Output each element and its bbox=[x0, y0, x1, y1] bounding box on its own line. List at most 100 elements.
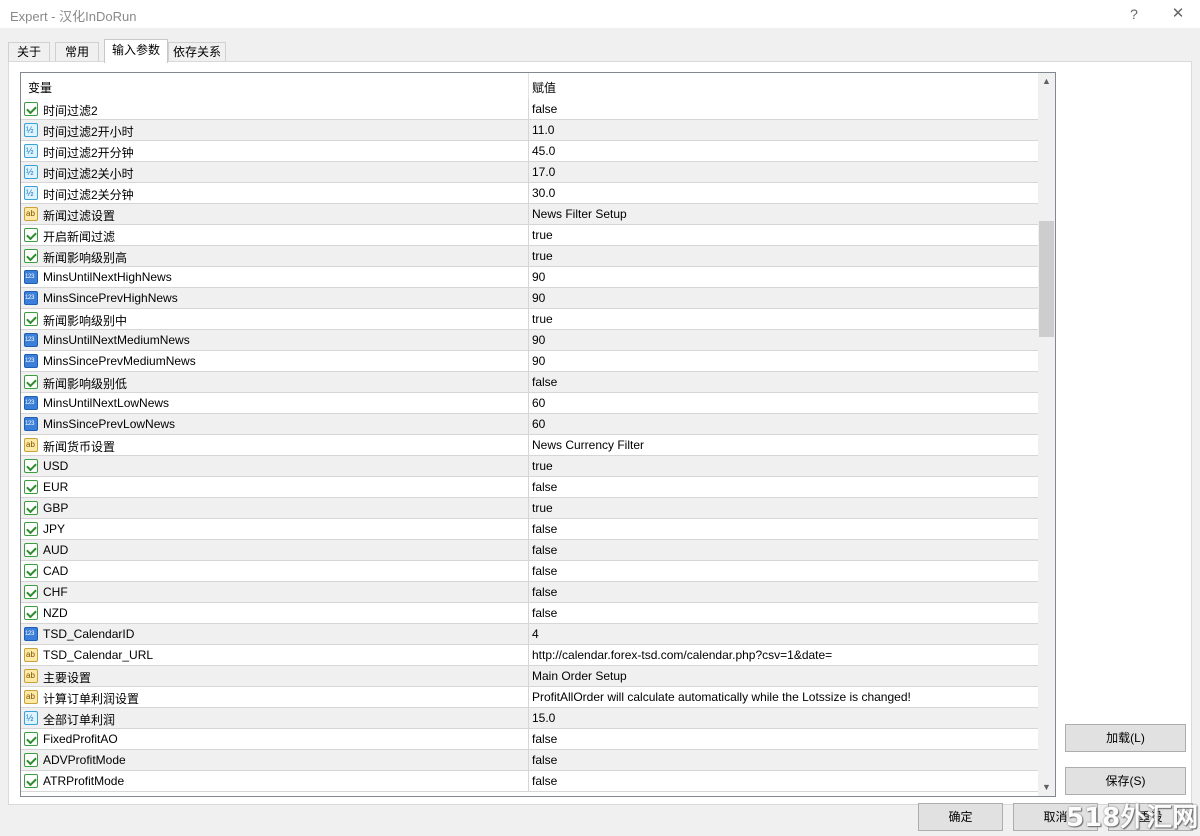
table-row[interactable]: 新闻影响级别中 true bbox=[21, 309, 1038, 330]
parameter-value[interactable]: true bbox=[532, 312, 553, 326]
vertical-scrollbar[interactable]: ▲ ▼ bbox=[1038, 73, 1055, 796]
table-row[interactable]: EUR false bbox=[21, 477, 1038, 498]
table-row[interactable]: JPY false bbox=[21, 519, 1038, 540]
parameter-value[interactable]: true bbox=[532, 501, 553, 515]
table-row[interactable]: 计算订单利润设置 ProfitAllOrder will calculate a… bbox=[21, 687, 1038, 708]
table-row[interactable]: 时间过滤2关分钟 30.0 bbox=[21, 183, 1038, 204]
column-header-value[interactable]: 赋值 bbox=[532, 79, 556, 96]
parameter-value[interactable]: false bbox=[532, 543, 557, 557]
table-row[interactable]: CAD false bbox=[21, 561, 1038, 582]
cell-divider bbox=[528, 99, 529, 120]
scroll-up-arrow-icon[interactable]: ▲ bbox=[1038, 73, 1055, 90]
cell-divider bbox=[528, 288, 529, 309]
parameter-value[interactable]: 15.0 bbox=[532, 711, 555, 725]
parameter-value[interactable]: 11.0 bbox=[532, 123, 554, 137]
cell-divider bbox=[528, 666, 529, 687]
parameter-value[interactable]: News Currency Filter bbox=[532, 438, 644, 452]
ok-button[interactable]: 确定 bbox=[918, 803, 1003, 831]
table-row[interactable]: MinsSincePrevMediumNews 90 bbox=[21, 351, 1038, 372]
table-row[interactable]: GBP true bbox=[21, 498, 1038, 519]
table-row[interactable]: 主要设置 Main Order Setup bbox=[21, 666, 1038, 687]
parameter-value[interactable]: false bbox=[532, 375, 557, 389]
table-row[interactable]: 全部订单利润 15.0 bbox=[21, 708, 1038, 729]
parameter-value[interactable]: true bbox=[532, 249, 553, 263]
table-row[interactable]: MinsSincePrevHighNews 90 bbox=[21, 288, 1038, 309]
parameter-name: TSD_CalendarID bbox=[43, 627, 135, 641]
table-row[interactable]: MinsSincePrevLowNews 60 bbox=[21, 414, 1038, 435]
parameter-value[interactable]: false bbox=[532, 585, 557, 599]
parameter-value[interactable]: 60 bbox=[532, 417, 545, 431]
parameter-name: TSD_Calendar_URL bbox=[43, 648, 154, 662]
parameter-value[interactable]: false bbox=[532, 522, 557, 536]
parameter-value[interactable]: false bbox=[532, 732, 557, 746]
parameter-value[interactable]: false bbox=[532, 480, 557, 494]
bool-check-icon bbox=[24, 102, 38, 116]
table-row[interactable]: 新闻影响级别高 true bbox=[21, 246, 1038, 267]
table-row[interactable]: 新闻过滤设置 News Filter Setup bbox=[21, 204, 1038, 225]
table-row[interactable]: MinsUntilNextHighNews 90 bbox=[21, 267, 1038, 288]
table-row[interactable]: ATRProfitMode false bbox=[21, 771, 1038, 792]
tab-inputs[interactable]: 输入参数 bbox=[104, 39, 168, 63]
parameter-value[interactable]: false bbox=[532, 774, 557, 788]
table-row[interactable]: 时间过滤2关小时 17.0 bbox=[21, 162, 1038, 183]
table-row[interactable]: 时间过滤2 false bbox=[21, 99, 1038, 120]
parameter-value[interactable]: ProfitAllOrder will calculate automatica… bbox=[532, 690, 911, 704]
table-row[interactable]: 时间过滤2开分钟 45.0 bbox=[21, 141, 1038, 162]
table-row[interactable]: FixedProfitAO false bbox=[21, 729, 1038, 750]
parameter-value[interactable]: 60 bbox=[532, 396, 545, 410]
parameter-value[interactable]: 30.0 bbox=[532, 186, 555, 200]
parameter-value[interactable]: false bbox=[532, 564, 557, 578]
parameter-name: 计算订单利润设置 bbox=[43, 692, 140, 706]
table-row[interactable]: MinsUntilNextLowNews 60 bbox=[21, 393, 1038, 414]
parameter-value[interactable]: true bbox=[532, 228, 553, 242]
parameter-value[interactable]: 90 bbox=[532, 270, 545, 284]
parameter-name: USD bbox=[43, 459, 69, 473]
parameter-value[interactable]: false bbox=[532, 606, 557, 620]
parameter-value[interactable]: http://calendar.forex-tsd.com/calendar.p… bbox=[532, 648, 832, 662]
help-button[interactable]: ? bbox=[1122, 4, 1146, 24]
cell-divider bbox=[528, 624, 529, 645]
parameter-value[interactable]: 90 bbox=[532, 333, 545, 347]
parameter-value[interactable]: true bbox=[532, 459, 553, 473]
bool-check-icon bbox=[24, 459, 38, 473]
parameter-value[interactable]: false bbox=[532, 753, 557, 767]
window-title: Expert - 汉化InDoRun bbox=[10, 9, 137, 24]
cell-divider bbox=[528, 225, 529, 246]
tab-dependencies[interactable]: 依存关系 bbox=[168, 42, 226, 62]
tab-about[interactable]: 关于 bbox=[8, 42, 50, 62]
table-row[interactable]: CHF false bbox=[21, 582, 1038, 603]
scroll-down-arrow-icon[interactable]: ▼ bbox=[1038, 779, 1055, 796]
tab-common[interactable]: 常用 bbox=[55, 42, 99, 62]
table-row[interactable]: USD true bbox=[21, 456, 1038, 477]
parameter-value[interactable]: News Filter Setup bbox=[532, 207, 627, 221]
save-button[interactable]: 保存(S) bbox=[1065, 767, 1186, 795]
parameter-value[interactable]: Main Order Setup bbox=[532, 669, 627, 683]
column-divider[interactable] bbox=[528, 73, 529, 99]
parameter-name: 时间过滤2关小时 bbox=[43, 167, 134, 181]
table-row[interactable]: MinsUntilNextMediumNews 90 bbox=[21, 330, 1038, 351]
parameter-name: 时间过滤2开分钟 bbox=[43, 146, 134, 160]
table-row[interactable]: TSD_CalendarID 4 bbox=[21, 624, 1038, 645]
table-row[interactable]: NZD false bbox=[21, 603, 1038, 624]
parameter-value[interactable]: 4 bbox=[532, 627, 539, 641]
table-row[interactable]: 时间过滤2开小时 11.0 bbox=[21, 120, 1038, 141]
parameter-value[interactable]: 17.0 bbox=[532, 165, 555, 179]
bool-check-icon bbox=[24, 522, 38, 536]
cell-divider bbox=[528, 477, 529, 498]
cell-divider bbox=[528, 498, 529, 519]
column-header-variable[interactable]: 变量 bbox=[28, 79, 52, 96]
parameter-value[interactable]: 90 bbox=[532, 291, 545, 305]
table-row[interactable]: TSD_Calendar_URL http://calendar.forex-ts… bbox=[21, 645, 1038, 666]
watermark-logo: 518外汇网 bbox=[1066, 803, 1199, 833]
table-row[interactable]: 开启新闻过滤 true bbox=[21, 225, 1038, 246]
parameter-value[interactable]: false bbox=[532, 102, 557, 116]
table-row[interactable]: ADVProfitMode false bbox=[21, 750, 1038, 771]
table-row[interactable]: AUD false bbox=[21, 540, 1038, 561]
load-button[interactable]: 加载(L) bbox=[1065, 724, 1186, 752]
scrollbar-thumb[interactable] bbox=[1039, 221, 1054, 337]
table-row[interactable]: 新闻货币设置 News Currency Filter bbox=[21, 435, 1038, 456]
parameter-value[interactable]: 45.0 bbox=[532, 144, 555, 158]
close-button[interactable]: ✕ bbox=[1166, 4, 1190, 24]
table-row[interactable]: 新闻影响级别低 false bbox=[21, 372, 1038, 393]
parameter-value[interactable]: 90 bbox=[532, 354, 545, 368]
